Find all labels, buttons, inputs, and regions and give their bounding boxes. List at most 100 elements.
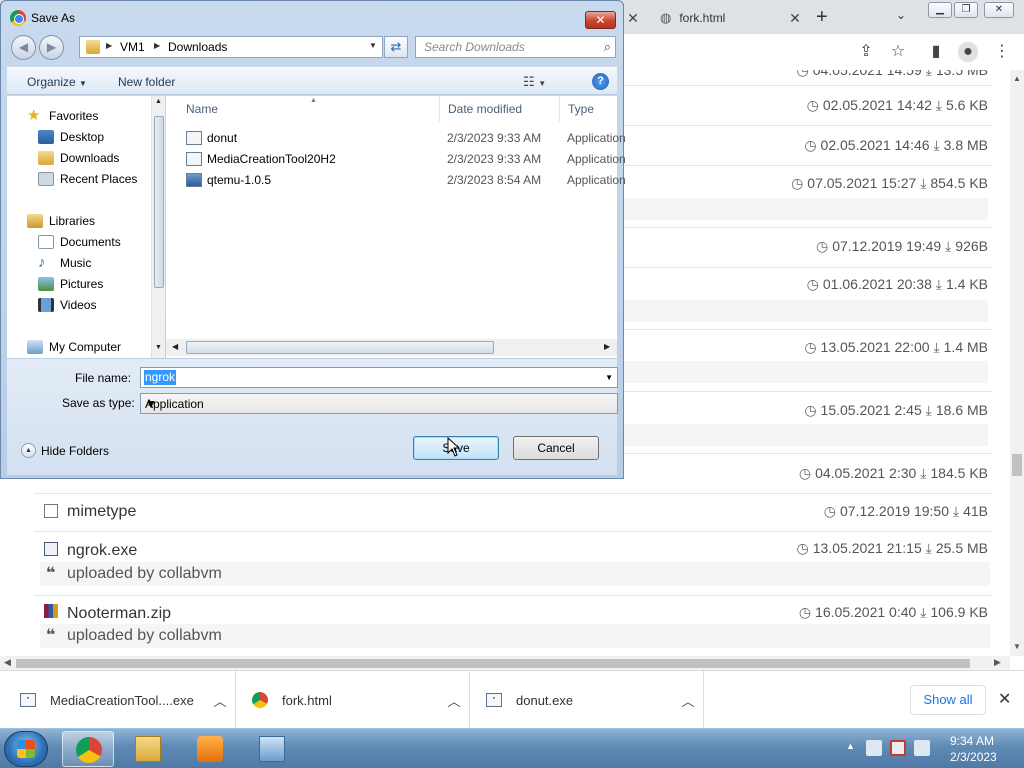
chevron-down-icon[interactable]: ▼ (369, 41, 377, 50)
file-name-value[interactable]: ngrok (144, 370, 177, 385)
download-item[interactable]: ▪ donut.exe ︿ (470, 671, 704, 729)
scroll-left-icon[interactable]: ◀ (4, 657, 11, 668)
nav-computer[interactable]: My Computer (27, 337, 121, 357)
clock-date[interactable]: 2/3/2023 (950, 750, 997, 764)
file-row[interactable]: qtemu-1.0.5 2/3/2023 8:54 AM Application (180, 170, 626, 190)
file-list-hscrollbar[interactable]: ◀ ▶ (166, 339, 617, 356)
file-date: 13.05.2021 22:00 (820, 339, 930, 355)
list-item[interactable]: Nooterman.zip ◷ 16.05.2021 0:40 ⤓ 106.9 KB… (34, 596, 992, 656)
network-icon[interactable] (866, 740, 882, 756)
file-name-input[interactable]: ngrok ▼ (140, 367, 618, 388)
sidepanel-icon[interactable]: ▮ (926, 42, 946, 62)
nav-favorites[interactable]: ★ Favorites (27, 106, 98, 126)
close-icon[interactable]: ✕ (998, 689, 1011, 709)
breadcrumb-vm1[interactable]: VM1 (120, 40, 145, 54)
file-name[interactable]: ngrok.exe (67, 542, 137, 560)
help-icon[interactable]: ? (592, 73, 609, 90)
star-icon[interactable]: ☆ (888, 42, 908, 62)
view-options-icon[interactable]: ☷ ▼ (523, 74, 546, 90)
chevron-up-icon[interactable]: ︿ (439, 691, 469, 710)
chevron-right-icon[interactable]: ▶ (106, 41, 112, 50)
taskbar-computer[interactable] (246, 731, 298, 767)
file-row[interactable]: donut 2/3/2023 9:33 AM Application (180, 128, 626, 148)
show-all-button[interactable]: Show all (910, 685, 986, 715)
search-icon[interactable]: ⌕ (604, 39, 611, 55)
new-folder-button[interactable]: New folder (118, 75, 175, 89)
page-vertical-scrollbar[interactable]: ▲ ▼ (1010, 70, 1024, 656)
chevron-down-icon[interactable]: ▼ (605, 373, 613, 382)
refresh-icon[interactable]: ⇄ (384, 36, 408, 58)
organize-button[interactable]: Organize ▼ (27, 75, 87, 89)
address-bar[interactable]: ▶ VM1 ▶ Downloads ▼ (79, 36, 383, 58)
nav-downloads[interactable]: Downloads (38, 148, 119, 168)
window-close-button[interactable]: ✕ (984, 2, 1014, 18)
new-tab-button[interactable]: + (816, 6, 828, 29)
nav-scrollbar[interactable]: ▲ ▼ (151, 96, 165, 358)
column-date[interactable]: Date modified (440, 96, 560, 122)
clock-time[interactable]: 9:34 AM (950, 734, 994, 748)
scroll-up-icon[interactable]: ▲ (155, 98, 162, 105)
scroll-right-icon[interactable]: ▶ (994, 657, 1001, 668)
file-name[interactable]: mimetype (67, 503, 136, 521)
file-name[interactable]: Nooterman.zip (67, 605, 171, 623)
hide-folders-button[interactable]: ▲ Hide Folders (21, 443, 109, 458)
volume-icon[interactable] (914, 740, 930, 756)
download-item[interactable]: fork.html ︿ (236, 671, 470, 729)
nav-desktop[interactable]: Desktop (38, 127, 104, 147)
taskbar-chrome[interactable] (62, 731, 114, 767)
dialog-close-button[interactable]: ✕ (585, 11, 616, 29)
nav-music[interactable]: ♪ Music (38, 253, 91, 273)
tray-expand-icon[interactable]: ▲ (846, 741, 855, 751)
column-type[interactable]: Type (560, 96, 617, 122)
tab-title: fork.html (679, 11, 726, 25)
nav-videos[interactable]: Videos (38, 295, 96, 315)
chevron-down-icon[interactable]: ▼ (145, 397, 613, 411)
nav-libraries[interactable]: Libraries (27, 211, 95, 231)
nav-pictures[interactable]: Pictures (38, 274, 103, 294)
scroll-thumb[interactable] (1012, 454, 1022, 476)
column-name[interactable]: Name ▲ (178, 96, 440, 122)
download-item[interactable]: ▪ MediaCreationTool....exe ︿ (0, 671, 236, 729)
taskbar-media[interactable] (184, 731, 236, 767)
exe-file-icon: ▪ (20, 693, 36, 707)
scroll-down-icon[interactable]: ▼ (1013, 642, 1021, 651)
save-type-select[interactable]: Application ▼ (140, 393, 618, 414)
list-item[interactable]: ngrok.exe ◷ 13.05.2021 21:15 ⤓ 25.5 MB ❝ up… (34, 532, 992, 596)
download-name: MediaCreationTool....exe (50, 692, 194, 708)
nav-documents[interactable]: Documents (38, 232, 121, 252)
scroll-left-icon[interactable]: ◀ (172, 342, 178, 351)
page-horizontal-scrollbar[interactable]: ◀ ▶ (0, 656, 1010, 670)
chevron-up-icon[interactable]: ︿ (205, 691, 235, 710)
search-input[interactable]: Search Downloads ⌕ (415, 36, 616, 58)
scroll-thumb[interactable] (154, 116, 164, 288)
forward-arrow-icon[interactable]: ▶ (39, 35, 64, 60)
maximize-button[interactable]: ❐ (954, 2, 978, 18)
taskbar-explorer[interactable] (122, 731, 174, 767)
scroll-down-icon[interactable]: ▼ (155, 344, 162, 351)
tab-active[interactable]: ✕ (624, 4, 644, 32)
minimize-button[interactable]: ▁ (928, 2, 952, 18)
tab-fork[interactable]: ◍ fork.html ✕ (646, 4, 804, 32)
scroll-right-icon[interactable]: ▶ (604, 342, 610, 351)
share-icon[interactable]: ⇪ (856, 42, 876, 62)
profile-icon[interactable]: ● (958, 42, 978, 62)
list-item[interactable]: mimetype ◷ 07.12.2019 19:50 ⤓ 41B (34, 494, 992, 532)
close-icon[interactable]: ✕ (624, 10, 642, 27)
chevron-down-icon[interactable]: ⌄ (896, 8, 906, 22)
chevron-up-icon[interactable]: ︿ (673, 691, 703, 710)
scroll-thumb[interactable] (186, 341, 494, 354)
quote-icon: ❝ (46, 565, 56, 582)
chevron-right-icon[interactable]: ▶ (154, 41, 160, 50)
start-button[interactable] (4, 731, 48, 767)
file-row[interactable]: MediaCreationTool20H2 2/3/2023 9:33 AM A… (180, 149, 626, 169)
action-center-icon[interactable] (890, 740, 906, 756)
download-icon: ⤓ (920, 465, 927, 481)
close-icon[interactable]: ✕ (786, 10, 804, 27)
breadcrumb-downloads[interactable]: Downloads (168, 40, 227, 54)
menu-icon[interactable]: ⋮ (992, 42, 1012, 62)
back-arrow-icon[interactable]: ◀ (11, 35, 36, 60)
scroll-up-icon[interactable]: ▲ (1013, 74, 1021, 83)
nav-recent[interactable]: Recent Places (38, 169, 137, 189)
scroll-thumb[interactable] (16, 659, 970, 668)
cancel-button[interactable]: Cancel (513, 436, 599, 460)
